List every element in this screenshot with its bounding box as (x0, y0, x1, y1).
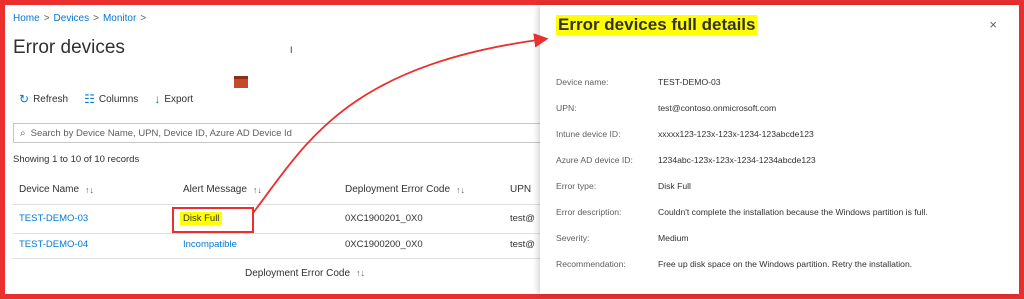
column-header-label: UPN (510, 184, 532, 195)
column-header-alert-message[interactable]: Alert Message ↑↓ (183, 184, 262, 195)
detail-value: Medium (658, 233, 689, 243)
toolbar: ↻ Refresh ☷ Columns ↓ Export (19, 92, 193, 106)
detail-row-recommendation: Recommendation: Free up disk space on the… (556, 259, 912, 269)
detail-row-severity: Severity: Medium (556, 233, 689, 243)
column-header-label: Device Name (19, 184, 80, 195)
column-header-label: Alert Message (183, 184, 247, 195)
export-button[interactable]: ↓ Export (154, 92, 193, 106)
device-name-link[interactable]: TEST-DEMO-04 (19, 239, 88, 250)
export-label: Export (164, 93, 194, 105)
toolbox-icon (234, 76, 248, 88)
columns-label: Columns (98, 93, 139, 105)
detail-value: TEST-DEMO-03 (658, 77, 721, 87)
table-row[interactable]: TEST-DEMO-03 Disk Full 0XC1900201_0X0 te… (5, 208, 545, 232)
detail-label: Azure AD device ID: (556, 155, 633, 165)
breadcrumb-devices[interactable]: Devices (54, 13, 90, 24)
search-placeholder: Search by Device Name, UPN, Device ID, A… (30, 127, 292, 139)
columns-icon: ☷ (84, 92, 95, 106)
error-devices-page: Home > Devices > Monitor > Error devices… (5, 5, 545, 294)
device-name-link[interactable]: TEST-DEMO-03 (19, 213, 88, 224)
text-cursor: I (290, 45, 293, 55)
panel-title: Error devices full details (556, 15, 758, 35)
detail-row-upn: UPN: test@contoso.onmicrosoft.com (556, 103, 776, 113)
divider (13, 258, 545, 259)
record-count: Showing 1 to 10 of 10 records (13, 154, 140, 165)
detail-value: Disk Full (658, 181, 691, 191)
detail-label: Recommendation: (556, 259, 626, 269)
detail-label: Intune device ID: (556, 129, 621, 139)
detail-value: 1234abc-123x-123x-1234-1234abcde123 (658, 155, 816, 165)
table-header: Device Name ↑↓ Alert Message ↑↓ Deployme… (5, 184, 545, 202)
divider (13, 204, 545, 205)
upn-cell: test@ (510, 239, 535, 250)
error-code-cell: 0XC1900200_0X0 (345, 239, 423, 250)
detail-value: test@contoso.onmicrosoft.com (658, 103, 777, 113)
detail-value: Free up disk space on the Windows partit… (658, 259, 913, 269)
columns-button[interactable]: ☷ Columns (84, 92, 138, 106)
detail-row-azure-ad-device-id: Azure AD device ID: 1234abc-123x-123x-123… (556, 155, 816, 165)
detail-row-intune-device-id: Intune device ID: xxxxx123-123x-123x-1234… (556, 129, 814, 139)
sort-icon: ↑↓ (85, 184, 95, 195)
detail-label: Error type: (556, 181, 597, 191)
alert-message-link[interactable]: Incompatible (183, 239, 237, 250)
refresh-label: Refresh (33, 93, 69, 105)
detail-label: Severity: (556, 233, 590, 243)
column-header-deployment-error-code[interactable]: Deployment Error Code ↑↓ (345, 184, 465, 195)
sort-icon: ↑↓ (356, 268, 366, 278)
search-input[interactable]: ⌕ Search by Device Name, UPN, Device ID,… (13, 123, 545, 143)
detail-row-error-description: Error description: Couldn't complete the … (556, 207, 928, 217)
column-header-device-name[interactable]: Device Name ↑↓ (19, 184, 94, 195)
detail-row-device-name: Device name: TEST-DEMO-03 (556, 77, 721, 87)
detail-value: xxxxx123-123x-123x-1234-123abcde123 (658, 129, 814, 139)
search-icon: ⌕ (20, 127, 26, 139)
highlight-box (172, 207, 254, 233)
breadcrumb-separator: > (43, 13, 50, 24)
breadcrumb: Home > Devices > Monitor > (13, 13, 146, 24)
sort-icon: ↑↓ (456, 184, 466, 195)
breadcrumb-monitor[interactable]: Monitor (103, 13, 136, 24)
details-panel: Error devices full details × Device name… (540, 5, 1019, 294)
detail-row-error-type: Error type: Disk Full (556, 181, 691, 191)
sort-icon: ↑↓ (252, 184, 262, 195)
detail-label: Device name: (556, 77, 609, 87)
breadcrumb-separator: > (93, 13, 99, 24)
error-code-cell: 0XC1900201_0X0 (345, 213, 423, 224)
page-title: Error devices (13, 37, 125, 58)
screenshot-area: Home > Devices > Monitor > Error devices… (5, 5, 1019, 294)
breadcrumb-separator: > (140, 13, 147, 24)
table-row[interactable]: TEST-DEMO-04 Incompatible 0XC1900200_0X0… (5, 234, 545, 258)
column-header-deployment-error-code-footer[interactable]: Deployment Error Code ↑↓ (245, 268, 365, 279)
download-icon: ↓ (154, 92, 161, 106)
detail-label: Error description: (556, 207, 622, 217)
refresh-icon: ↻ (19, 92, 30, 106)
detail-label: UPN: (556, 103, 577, 113)
detail-value: Couldn't complete the installation becau… (658, 207, 928, 217)
breadcrumb-home[interactable]: Home (13, 13, 40, 24)
column-header-upn[interactable]: UPN (510, 184, 531, 195)
close-icon[interactable]: × (989, 17, 997, 32)
refresh-button[interactable]: ↻ Refresh (19, 92, 68, 106)
column-header-label: Deployment Error Code (245, 268, 351, 279)
column-header-label: Deployment Error Code (345, 184, 451, 195)
upn-cell: test@ (510, 213, 535, 224)
